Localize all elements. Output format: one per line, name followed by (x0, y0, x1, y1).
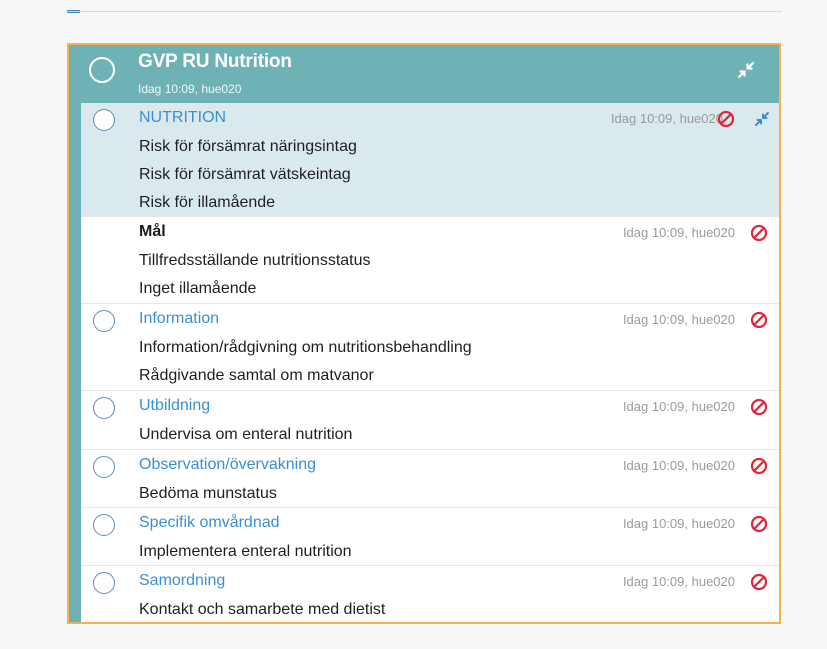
card-left-rail (69, 45, 81, 622)
card-header: GVP RU Nutrition Idag 10:09, hue020 (69, 45, 779, 103)
card-title: GVP RU Nutrition (138, 51, 292, 72)
list-item: NUTRITION Idag 10:09, hue020 Risk för fö… (81, 103, 779, 217)
check-circle-icon[interactable] (93, 109, 115, 131)
check-circle-icon[interactable] (93, 456, 115, 478)
row-line: Information/rådgivning om nutritionsbeha… (139, 339, 472, 356)
row-lines: Bedöma munstatus (139, 480, 277, 508)
row-line: Risk för försämrat vätskeintag (139, 166, 351, 183)
row-lines: Risk för försämrat näringsintag Risk för… (139, 133, 357, 217)
cancel-circle-icon[interactable] (750, 224, 768, 242)
check-circle-icon[interactable] (93, 514, 115, 536)
row-title[interactable]: Specifik omvårdnad (139, 514, 280, 532)
cancel-circle-icon[interactable] (750, 573, 768, 591)
row-meta: Idag 10:09, hue020 (622, 516, 735, 531)
list-item: Specifik omvårdnad Idag 10:09, hue020 Im… (81, 508, 779, 566)
care-plan-card: GVP RU Nutrition Idag 10:09, hue020 NUTR… (67, 43, 781, 624)
collapse-arrows-icon[interactable] (753, 110, 771, 128)
row-title: Mål (139, 223, 166, 240)
row-lines: Information/rådgivning om nutritionsbeha… (139, 334, 472, 390)
list-item: Information Idag 10:09, hue020 Informati… (81, 304, 779, 391)
row-line: Kontakt och samarbete med dietist (139, 601, 386, 618)
list-item: Utbildning Idag 10:09, hue020 Undervisa … (81, 391, 779, 450)
row-line: Risk för illamående (139, 194, 276, 211)
row-line: Rådgivande samtal om matvanor (139, 367, 374, 384)
row-lines: Undervisa om enteral nutrition (139, 421, 352, 449)
top-divider (67, 11, 782, 12)
row-line: Risk för försämrat näringsintag (139, 138, 357, 155)
cancel-circle-icon[interactable] (717, 110, 735, 128)
row-title[interactable]: Samordning (139, 572, 225, 590)
check-circle-icon[interactable] (93, 310, 115, 332)
row-line: Bedöma munstatus (139, 485, 277, 502)
row-meta: Idag 10:09, hue020 (622, 458, 735, 473)
card-check-circle-icon[interactable] (89, 57, 115, 83)
row-meta: Idag 10:09, hue020 (622, 312, 735, 327)
card-collapse-icon[interactable] (736, 60, 756, 80)
row-lines: Tillfredsställande nutritionsstatus Inge… (139, 247, 371, 303)
cancel-circle-icon[interactable] (750, 398, 768, 416)
row-line: Inget illamående (139, 280, 257, 297)
row-title[interactable]: Utbildning (139, 397, 210, 415)
row-line: Implementera enteral nutrition (139, 543, 352, 560)
row-title[interactable]: NUTRITION (139, 109, 226, 127)
row-meta: Idag 10:09, hue020 (622, 574, 735, 589)
row-meta: Idag 10:09, hue020 (622, 225, 735, 240)
row-lines: Implementera enteral nutrition (139, 538, 352, 566)
row-lines: Kontakt och samarbete med dietist (139, 596, 386, 622)
list-item: Mål Idag 10:09, hue020 Tillfredsställand… (81, 217, 779, 304)
check-circle-icon[interactable] (93, 572, 115, 594)
row-meta: Idag 10:09, hue020 (610, 111, 723, 126)
check-circle-icon[interactable] (93, 397, 115, 419)
list-item: Samordning Idag 10:09, hue020 Kontakt oc… (81, 566, 779, 622)
cancel-circle-icon[interactable] (750, 515, 768, 533)
row-title[interactable]: Observation/övervakning (139, 456, 316, 474)
cancel-circle-icon[interactable] (750, 311, 768, 329)
cancel-circle-icon[interactable] (750, 457, 768, 475)
row-line: Undervisa om enteral nutrition (139, 426, 353, 443)
row-title[interactable]: Information (139, 310, 219, 328)
card-meta: Idag 10:09, hue020 (138, 82, 242, 96)
row-meta: Idag 10:09, hue020 (622, 399, 735, 414)
row-line: Tillfredsställande nutritionsstatus (139, 252, 371, 269)
list-item: Observation/övervakning Idag 10:09, hue0… (81, 450, 779, 508)
